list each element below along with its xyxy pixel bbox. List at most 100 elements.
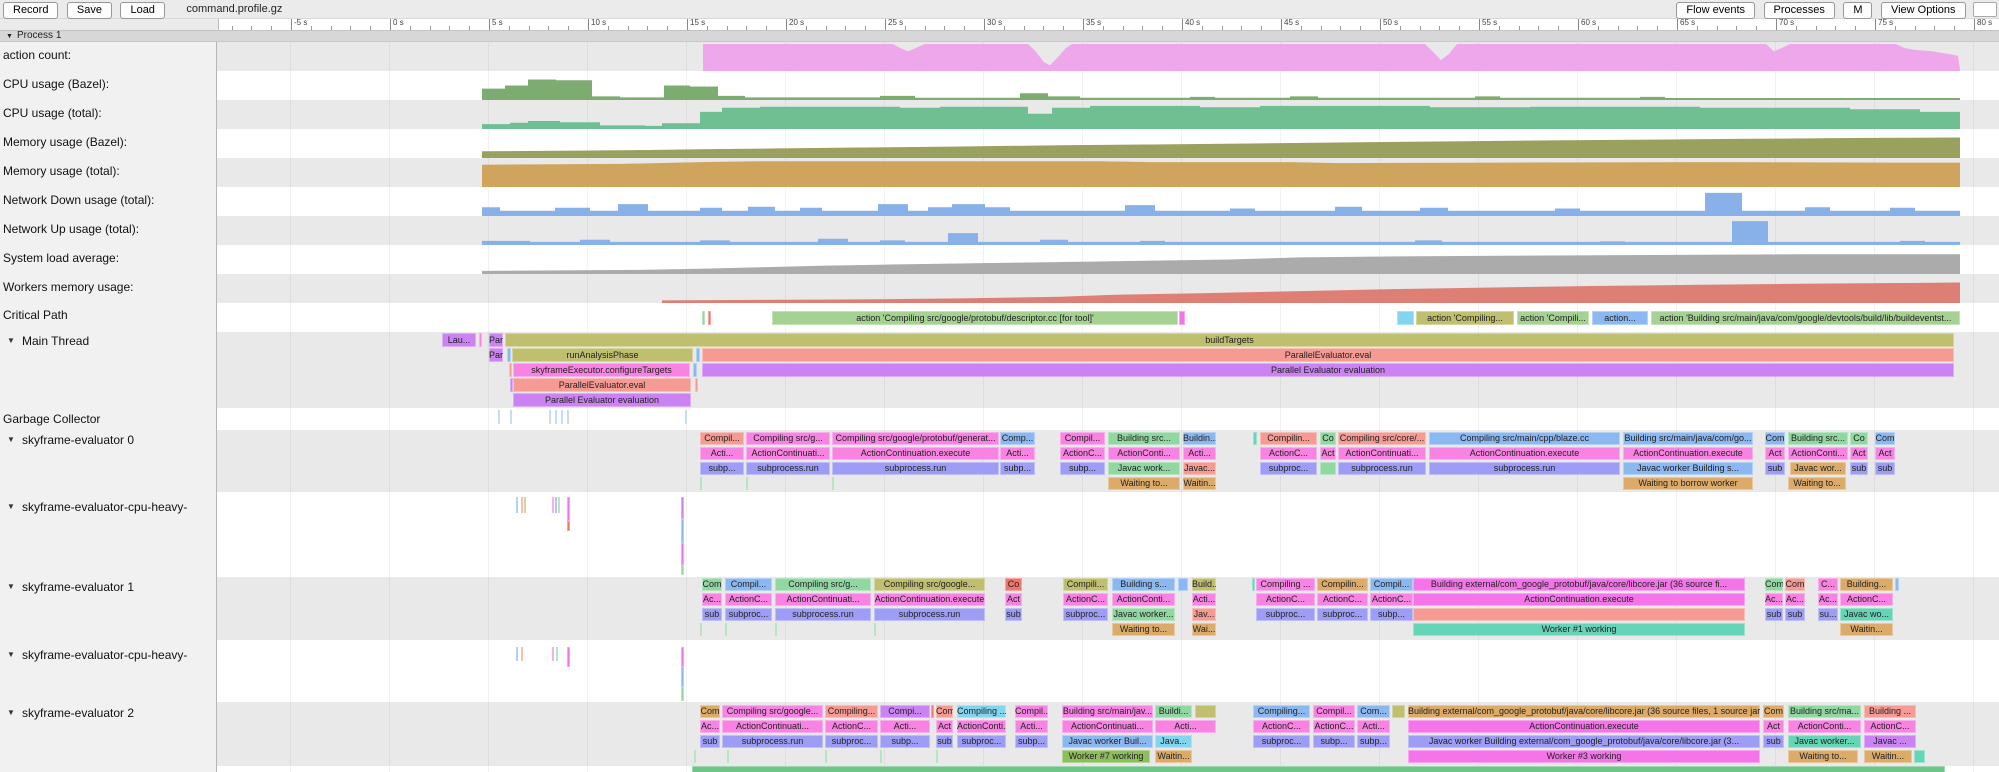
- skyframe-evaluator-1-event-bar[interactable]: subproc...: [1256, 608, 1315, 621]
- garbage-collector-event-bar[interactable]: [567, 410, 569, 424]
- skyframe-evaluator-1-event-bar[interactable]: Acti...: [1192, 593, 1216, 606]
- skyframe-evaluator-cpu-heavy-1-event-bar[interactable]: [552, 497, 554, 513]
- skyframe-evaluator-0-event-bar[interactable]: Compiling src/main/cpp/blaze.cc: [1429, 432, 1620, 445]
- skyframe-evaluator-1-event-bar[interactable]: [1895, 578, 1899, 591]
- skyframe-evaluator-2-event-bar[interactable]: sub: [936, 735, 953, 748]
- skyframe-evaluator-0-event-bar[interactable]: Co: [1320, 432, 1336, 445]
- skyframe-evaluator-1-event-bar[interactable]: Worker #1 working: [1413, 623, 1745, 636]
- skyframe-evaluator-0-event-bar[interactable]: Compil...: [700, 432, 744, 445]
- skyframe-evaluator-1-event-bar[interactable]: sub: [1785, 608, 1805, 621]
- skyframe-evaluator-1-event-bar[interactable]: su...: [1818, 608, 1838, 621]
- skyframe-evaluator-2-event-bar[interactable]: Worker #3 working: [1408, 750, 1760, 763]
- skyframe-evaluator-0-event-bar[interactable]: Javac work...: [1108, 462, 1180, 475]
- skyframe-evaluator-0-event-bar[interactable]: [832, 477, 834, 490]
- main-thread-event-bar[interactable]: Lau...: [442, 333, 476, 347]
- skyframe-evaluator-1-event-bar[interactable]: Co: [1005, 578, 1022, 591]
- skyframe-evaluator-2-event-bar[interactable]: ActionConti...: [957, 720, 1006, 733]
- skyframe-evaluator-0-event-bar[interactable]: Building src/main/java/com/go...: [1623, 432, 1753, 445]
- skyframe-evaluator-1-event-bar[interactable]: Compil...: [725, 578, 772, 591]
- skyframe-evaluator-0-event-bar[interactable]: Building src...: [1108, 432, 1180, 445]
- skyframe-evaluator-2-event-bar[interactable]: [1195, 705, 1216, 718]
- skyframe-evaluator-2-event-bar[interactable]: [880, 750, 882, 763]
- critical-path-event-bar[interactable]: [1397, 311, 1414, 325]
- skyframe-evaluator-1-event-bar[interactable]: sub: [1765, 608, 1783, 621]
- critical-path-event-bar[interactable]: [708, 311, 711, 325]
- skyframe-evaluator-1-event-bar[interactable]: Javac wo...: [1840, 608, 1893, 621]
- skyframe-evaluator-1-event-bar[interactable]: Building s...: [1112, 578, 1175, 591]
- skyframe-evaluator-cpu-heavy-1-event-bar[interactable]: [516, 497, 518, 513]
- skyframe-evaluator-0-event-bar[interactable]: Acti...: [1183, 447, 1216, 460]
- skyframe-evaluator-1-event-bar[interactable]: Waitin...: [1840, 623, 1893, 636]
- skyframe-evaluator-2-event-bar[interactable]: ActionContinuation.execute: [1408, 720, 1760, 733]
- skyframe-evaluator-2-event-bar[interactable]: Compiling src/google...: [722, 705, 823, 718]
- chart-memory-usage-total[interactable]: [0, 158, 1999, 187]
- skyframe-evaluator-2-event-bar[interactable]: ActionC...: [1864, 720, 1916, 733]
- skyframe-evaluator-cpu-heavy-2-event-bar[interactable]: [521, 647, 523, 661]
- skyframe-evaluator-2-event-bar[interactable]: Waiting to...: [1788, 750, 1858, 763]
- chart-action-count[interactable]: [0, 42, 1999, 71]
- skyframe-evaluator-1-event-bar[interactable]: C...: [1818, 578, 1838, 591]
- main-thread-event-bar[interactable]: Parallel Evaluator evaluation: [513, 393, 691, 407]
- main-thread-event-bar[interactable]: [696, 348, 700, 362]
- skyframe-evaluator-0-event-bar[interactable]: Waitin...: [1183, 477, 1216, 490]
- sidebar-row-main-thread[interactable]: ▼Main Thread: [0, 334, 217, 349]
- skyframe-evaluator-1-event-bar[interactable]: ActionC...: [725, 593, 772, 606]
- skyframe-evaluator-cpu-heavy-1-event-bar[interactable]: [681, 497, 684, 519]
- skyframe-evaluator-2-event-bar[interactable]: Building external/com_google_protobuf/ja…: [1408, 705, 1760, 718]
- timeline-canvas[interactable]: action 'Compiling src/google/protobuf/de…: [0, 0, 1999, 772]
- skyframe-evaluator-1-event-bar[interactable]: Jav...: [1192, 608, 1216, 621]
- skyframe-evaluator-1-event-bar[interactable]: [700, 623, 702, 636]
- skyframe-evaluator-1-event-bar[interactable]: ActionC...: [1063, 593, 1108, 606]
- skyframe-evaluator-0-event-bar[interactable]: Javac worker Building s...: [1623, 462, 1753, 475]
- chart-cpu-usage-bazel[interactable]: [0, 71, 1999, 100]
- chart-system-load-average[interactable]: [0, 245, 1999, 274]
- skyframe-evaluator-1-event-bar[interactable]: ActionC...: [1256, 593, 1315, 606]
- skyframe-evaluator-2-event-bar[interactable]: Compiling...: [825, 705, 878, 718]
- skyframe-evaluator-cpu-heavy-1-event-bar[interactable]: [558, 497, 560, 513]
- skyframe-evaluator-2-event-bar[interactable]: ActionConti...: [1788, 720, 1861, 733]
- skyframe-evaluator-cpu-heavy-1-event-bar[interactable]: [555, 497, 557, 513]
- skyframe-evaluator-2-event-bar[interactable]: Javac ...: [1864, 735, 1916, 748]
- skyframe-evaluator-0-event-bar[interactable]: subp...: [1000, 462, 1035, 475]
- main-thread-event-bar[interactable]: [507, 348, 511, 362]
- skyframe-evaluator-0-event-bar[interactable]: Acti...: [1000, 447, 1035, 460]
- skyframe-evaluator-0-event-bar[interactable]: [1320, 462, 1336, 475]
- skyframe-evaluator-2-event-bar[interactable]: subproc...: [957, 735, 1006, 748]
- sidebar-row-skyframe-evaluator-1[interactable]: ▼skyframe-evaluator 1: [0, 580, 217, 595]
- skyframe-evaluator-cpu-heavy-2-event-bar[interactable]: [681, 687, 684, 701]
- skyframe-evaluator-1-event-bar[interactable]: Com: [702, 578, 722, 591]
- skyframe-evaluator-2-event-bar[interactable]: ActionContinuati...: [722, 720, 823, 733]
- skyframe-evaluator-1-event-bar[interactable]: subp...: [1370, 608, 1413, 621]
- skyframe-evaluator-2-event-bar[interactable]: Worker #7 working: [1062, 750, 1150, 763]
- skyframe-evaluator-2-event-bar[interactable]: Compil...: [1015, 705, 1048, 718]
- skyframe-evaluator-1-event-bar[interactable]: [1252, 578, 1255, 591]
- skyframe-evaluator-0-event-bar[interactable]: Building src...: [1788, 432, 1848, 445]
- skyframe-evaluator-0-event-bar[interactable]: ActionContinuati...: [1338, 447, 1426, 460]
- skyframe-evaluator-2-event-bar[interactable]: ActionC...: [1313, 720, 1355, 733]
- skyframe-evaluator-cpu-heavy-1-event-bar[interactable]: [567, 497, 570, 521]
- skyframe-evaluator-2-event-bar[interactable]: Compi...: [880, 705, 930, 718]
- skyframe-evaluator-1-event-bar[interactable]: ActionContinuation.execute: [1413, 593, 1745, 606]
- skyframe-evaluator-2-event-bar[interactable]: Act: [1763, 720, 1784, 733]
- skyframe-evaluator-1-event-bar[interactable]: sub: [1005, 608, 1022, 621]
- skyframe-evaluator-1-event-bar[interactable]: Compili...: [1063, 578, 1108, 591]
- skyframe-evaluator-1-event-bar[interactable]: ActionConti...: [1112, 593, 1175, 606]
- skyframe-evaluator-0-event-bar[interactable]: sub: [1850, 462, 1868, 475]
- garbage-collector-event-bar[interactable]: [498, 410, 500, 424]
- skyframe-evaluator-0-event-bar[interactable]: subp...: [1060, 462, 1105, 475]
- skyframe-evaluator-2-event-bar[interactable]: subp...: [1313, 735, 1355, 748]
- skyframe-evaluator-2-event-bar[interactable]: [1914, 750, 1925, 763]
- skyframe-evaluator-2-event-bar[interactable]: ActionContinuati...: [1062, 720, 1153, 733]
- skyframe-evaluator-2-event-bar[interactable]: Building src/ma...: [1788, 705, 1861, 718]
- skyframe-evaluator-0-event-bar[interactable]: subprocess.run: [746, 462, 830, 475]
- skyframe-evaluator-0-event-bar[interactable]: Waiting to...: [1788, 477, 1846, 490]
- skyframe-evaluator-0-event-bar[interactable]: Act: [1875, 447, 1895, 460]
- collapse-arrow-icon[interactable]: ▼: [7, 582, 15, 591]
- skyframe-evaluator-0-event-bar[interactable]: subprocess.run: [832, 462, 999, 475]
- chart-network-up-usage[interactable]: [0, 216, 1999, 245]
- collapse-arrow-icon[interactable]: ▼: [7, 650, 15, 659]
- main-thread-event-bar[interactable]: [509, 363, 512, 377]
- skyframe-evaluator-0-event-bar[interactable]: Compilin...: [1260, 432, 1317, 445]
- skyframe-evaluator-2-event-bar[interactable]: Waitin...: [1864, 750, 1912, 763]
- skyframe-evaluator-2-event-bar[interactable]: Building ...: [1864, 705, 1916, 718]
